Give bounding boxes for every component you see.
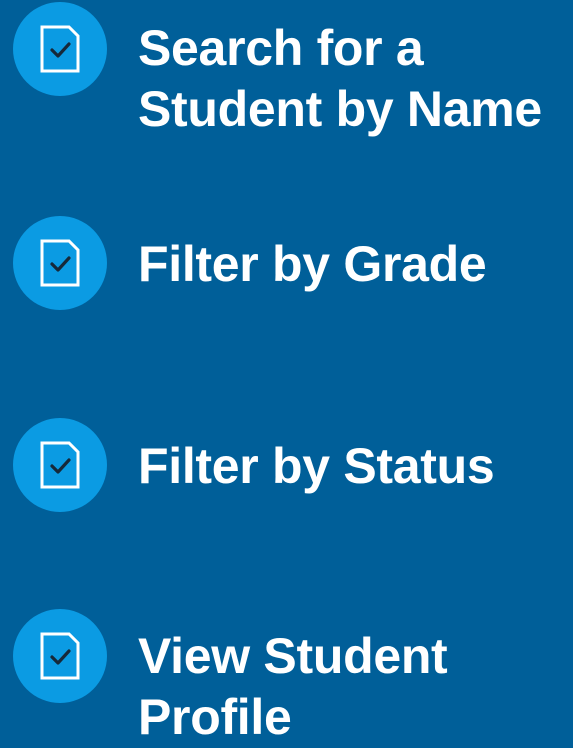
checklist-item-label-line: Filter by Status bbox=[138, 438, 495, 494]
document-check-icon bbox=[40, 239, 80, 287]
checklist-item-label: Filter by Status bbox=[138, 436, 568, 497]
document-check-icon bbox=[40, 441, 80, 489]
checklist-item-label: Search for a Student by Name bbox=[138, 18, 568, 140]
checklist-item-label-line: View Student bbox=[138, 628, 448, 684]
checklist-item-label: View Student Profile bbox=[138, 626, 568, 748]
checklist-item-badge bbox=[13, 609, 107, 703]
checklist-item-badge bbox=[13, 216, 107, 310]
checklist-item-badge bbox=[13, 418, 107, 512]
checklist-item-badge bbox=[13, 2, 107, 96]
feature-checklist-panel: Search for a Student by Name Filter by G… bbox=[0, 0, 573, 745]
checklist-item-label-line: Student by Name bbox=[138, 81, 542, 137]
checklist-item-label-line: Search for a bbox=[138, 20, 424, 76]
document-check-icon bbox=[40, 632, 80, 680]
checklist-item-label-line: Profile bbox=[138, 689, 292, 745]
checklist-item-label: Filter by Grade bbox=[138, 234, 568, 295]
checklist-item-label-line: Filter by Grade bbox=[138, 236, 487, 292]
document-check-icon bbox=[40, 25, 80, 73]
